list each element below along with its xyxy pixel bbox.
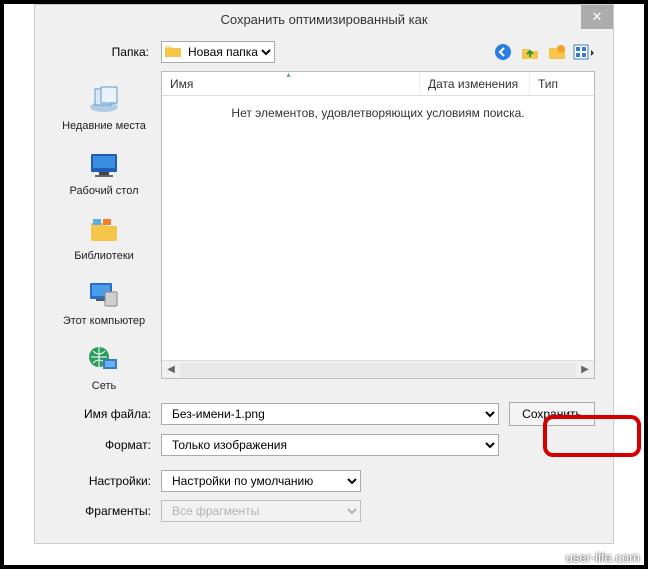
computer-icon (86, 278, 122, 312)
horizontal-scrollbar[interactable]: ◀ ▶ (162, 360, 594, 378)
settings-label: Настройки: (53, 474, 161, 488)
sidebar-network[interactable]: Сеть (86, 343, 122, 392)
folder-label: Папка: (53, 45, 155, 59)
scroll-track[interactable] (180, 363, 576, 377)
save-button[interactable]: Сохранить (509, 402, 595, 426)
sidebar-desktop[interactable]: Рабочий стол (69, 148, 138, 197)
sidebar-computer[interactable]: Этот компьютер (63, 278, 145, 327)
filename-input[interactable]: Без-имени-1.png (161, 403, 499, 425)
fragments-select[interactable]: Все фрагменты (161, 500, 361, 522)
scroll-right[interactable]: ▶ (576, 364, 594, 375)
format-label: Формат: (53, 438, 161, 452)
filename-label: Имя файла: (53, 407, 161, 421)
desktop-icon (86, 148, 122, 182)
save-dialog: Сохранить оптимизированный как ✕ Папка: … (34, 4, 614, 544)
titlebar: Сохранить оптимизированный как ✕ (35, 5, 613, 33)
empty-message: Нет элементов, удовлетворяющих условиям … (162, 96, 594, 360)
scroll-left[interactable]: ◀ (162, 364, 180, 375)
file-list: Имя Дата изменения Тип Нет элементов, уд… (161, 71, 595, 379)
sidebar-libraries[interactable]: Библиотеки (74, 213, 134, 262)
column-date[interactable]: Дата изменения (420, 72, 530, 95)
dialog-title: Сохранить оптимизированный как (220, 12, 427, 27)
new-folder-button[interactable] (546, 41, 568, 63)
places-sidebar: Недавние места Рабочий стол Библиотеки Э… (53, 71, 155, 392)
recent-icon (86, 83, 122, 117)
watermark: user-life.com (566, 550, 640, 565)
column-name[interactable]: Имя (162, 72, 420, 95)
list-header: Имя Дата изменения Тип (162, 72, 594, 96)
libraries-icon (86, 213, 122, 247)
close-button[interactable]: ✕ (581, 5, 613, 29)
back-button[interactable] (492, 41, 514, 63)
sidebar-recent[interactable]: Недавние места (62, 83, 146, 132)
bottom-form: Имя файла: Без-имени-1.png Сохранить Фор… (35, 392, 613, 522)
column-type[interactable]: Тип (530, 72, 594, 95)
folder-row: Папка: Новая папка (35, 33, 613, 71)
format-select[interactable]: Только изображения (161, 434, 499, 456)
fragments-label: Фрагменты: (53, 504, 161, 518)
view-menu-button[interactable] (573, 41, 595, 63)
up-button[interactable] (519, 41, 541, 63)
folder-icon (165, 44, 181, 58)
settings-select[interactable]: Настройки по умолчанию (161, 470, 361, 492)
network-icon (86, 343, 122, 377)
